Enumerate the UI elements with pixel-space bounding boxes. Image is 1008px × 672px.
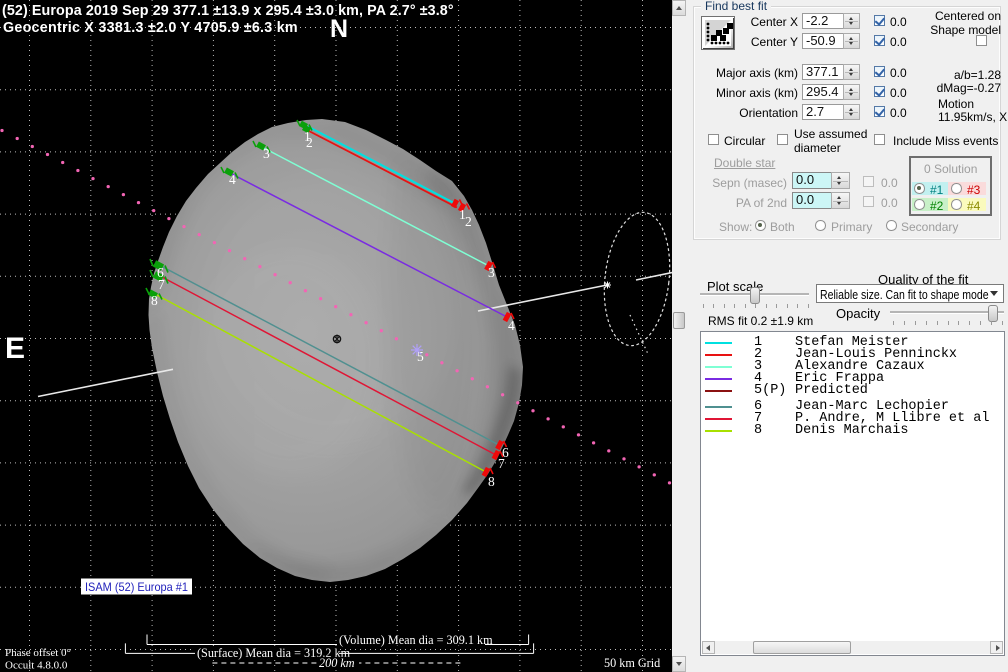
- svg-text:8: 8: [151, 293, 158, 308]
- svg-text:N: N: [330, 15, 348, 43]
- svg-text:Phase offset 0°: Phase offset 0°: [5, 647, 71, 659]
- svg-text:2: 2: [306, 135, 313, 150]
- svg-text:(Volume) Mean dia = 309.1 km: (Volume) Mean dia = 309.1 km: [339, 633, 493, 647]
- svg-text:E: E: [5, 332, 25, 365]
- svg-text:4: 4: [229, 172, 236, 187]
- svg-text:200 km: 200 km: [319, 656, 355, 670]
- svg-text:(52) Europa 2019 Sep 29 377: (52) Europa 2019 Sep 29 377.1 ±13.9 x 29…: [2, 3, 454, 19]
- svg-text:2: 2: [465, 214, 472, 229]
- svg-text:3: 3: [263, 146, 270, 161]
- svg-text:8: 8: [488, 474, 495, 489]
- svg-text:3: 3: [488, 265, 495, 280]
- svg-text:Occult 4.8.0.0: Occult 4.8.0.0: [5, 660, 68, 672]
- svg-text:ISAM (52) Europa #1: ISAM (52) Europa #1: [85, 580, 188, 594]
- svg-text:Geocentric X 3381.3 ±2.0 Y: Geocentric X 3381.3 ±2.0 Y 4705.9 ±6.3 k…: [3, 20, 298, 36]
- svg-text:7: 7: [158, 277, 165, 292]
- svg-text:50 km Grid: 50 km Grid: [604, 656, 660, 670]
- svg-text:7: 7: [498, 456, 505, 471]
- svg-text:4: 4: [508, 318, 515, 333]
